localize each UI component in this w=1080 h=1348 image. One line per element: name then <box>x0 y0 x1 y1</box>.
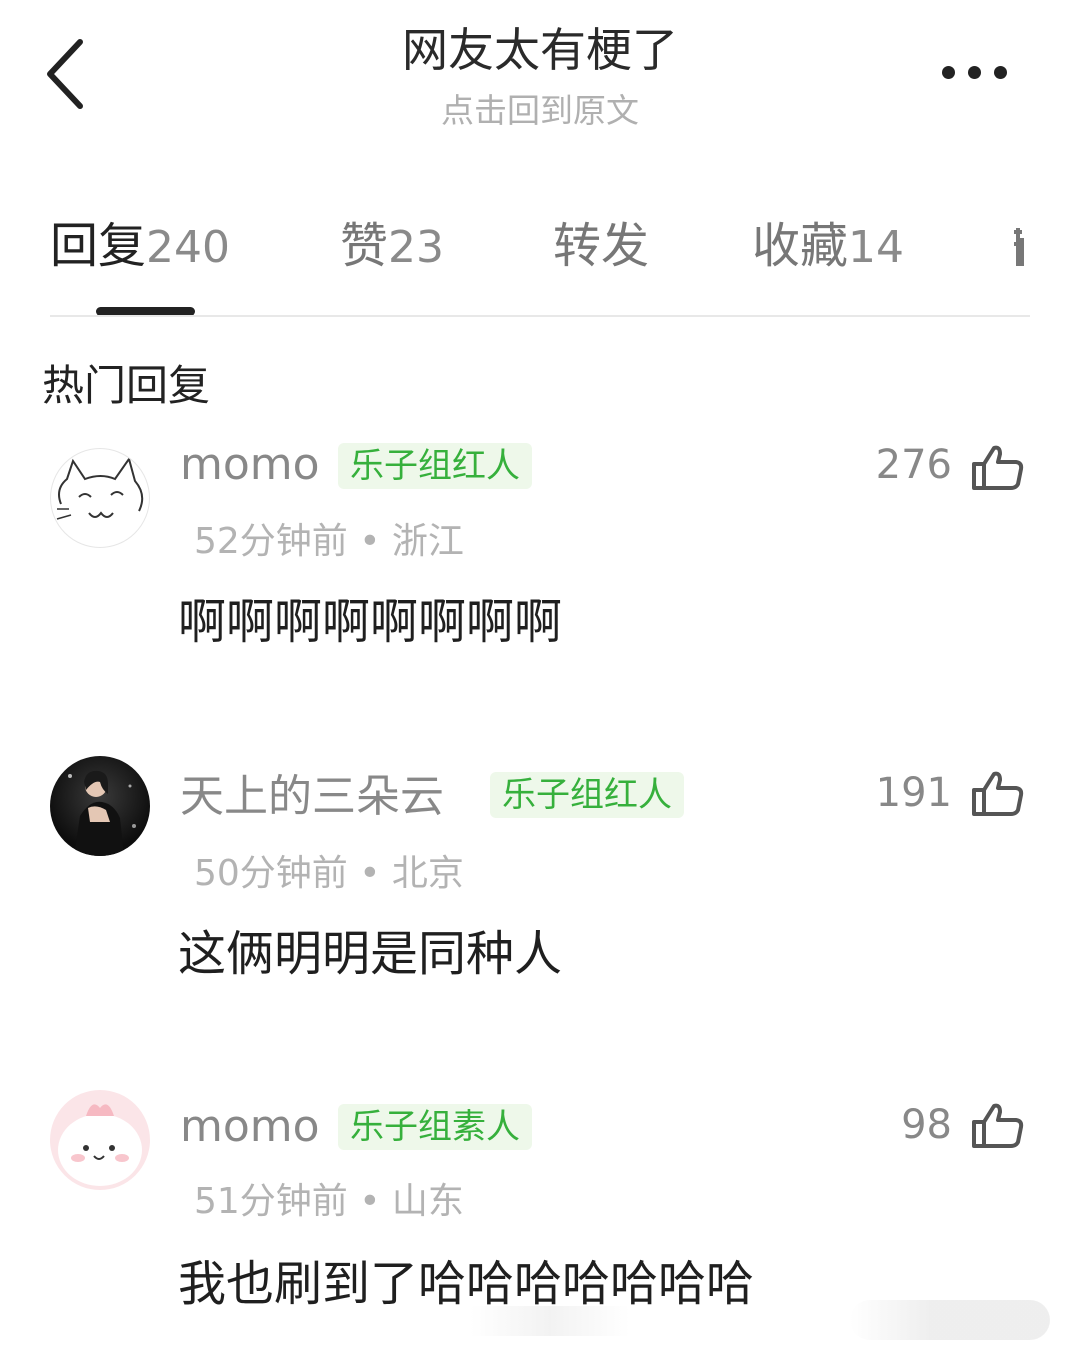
more-options-button[interactable] <box>936 58 1016 88</box>
user-badge[interactable]: 乐子组素人 <box>338 1104 532 1150</box>
like-button[interactable] <box>970 1100 1026 1150</box>
comment-text: 啊啊啊啊啊啊啊啊 <box>178 594 563 650</box>
more-icon-dot <box>994 66 1007 79</box>
tab-overflow-partial[interactable] <box>1010 214 1030 278</box>
tab-label: 转发 <box>553 218 650 274</box>
comment-username[interactable]: momo <box>180 1098 320 1156</box>
pink-blob-avatar-icon <box>58 1104 142 1186</box>
comment-username[interactable]: momo <box>180 436 320 494</box>
section-title: 热门回复 <box>42 361 211 410</box>
user-badge[interactable]: 乐子组红人 <box>338 443 532 489</box>
avatar[interactable] <box>50 756 150 856</box>
tab-count: 14 <box>848 222 905 273</box>
thumbs-up-icon <box>972 445 1024 490</box>
tab-count: 23 <box>388 222 445 273</box>
tab-likes[interactable]: 赞23 <box>340 214 444 280</box>
page-title: 网友太有梗了 <box>402 23 678 77</box>
thumbs-up-icon <box>972 1103 1024 1148</box>
comment-meta: 52分钟前 • 浙江 <box>194 521 464 562</box>
more-icon-dot <box>942 66 955 79</box>
tab-label: 赞 <box>340 218 389 274</box>
like-count: 98 <box>901 1102 952 1148</box>
photo-avatar-icon <box>68 770 136 856</box>
cat-sketch-avatar-icon <box>56 456 144 520</box>
comment-text: 这俩明明是同种人 <box>178 926 563 982</box>
tab-label: 收藏 <box>752 218 849 274</box>
back-to-original-link[interactable]: 点击回到原文 <box>0 88 1080 134</box>
like-button[interactable] <box>970 442 1026 492</box>
tab-label: 回复 <box>50 218 147 274</box>
like-button[interactable] <box>970 768 1026 818</box>
truncated-tab-glyph <box>1014 228 1024 266</box>
watermark <box>850 1300 1050 1340</box>
comment-username[interactable]: 天上的三朵云 <box>180 768 444 826</box>
like-count: 276 <box>875 442 952 488</box>
avatar[interactable] <box>50 448 150 548</box>
tab-count: 240 <box>146 222 230 273</box>
user-badge[interactable]: 乐子组红人 <box>490 772 684 818</box>
comment-text: 我也刷到了哈哈哈哈哈哈哈 <box>178 1256 755 1312</box>
comment-meta: 51分钟前 • 山东 <box>194 1181 464 1222</box>
more-icon-dot <box>968 66 981 79</box>
comment-meta: 50分钟前 • 北京 <box>194 853 464 894</box>
avatar[interactable] <box>50 1090 150 1190</box>
watermark <box>470 1306 630 1336</box>
like-count: 191 <box>875 770 952 816</box>
thumbs-up-icon <box>972 771 1024 816</box>
tab-favorites[interactable]: 收藏14 <box>752 214 904 280</box>
tab-divider <box>50 315 1030 317</box>
tab-reposts[interactable]: 转发 <box>553 214 649 278</box>
tab-replies[interactable]: 回复240 <box>50 214 230 280</box>
